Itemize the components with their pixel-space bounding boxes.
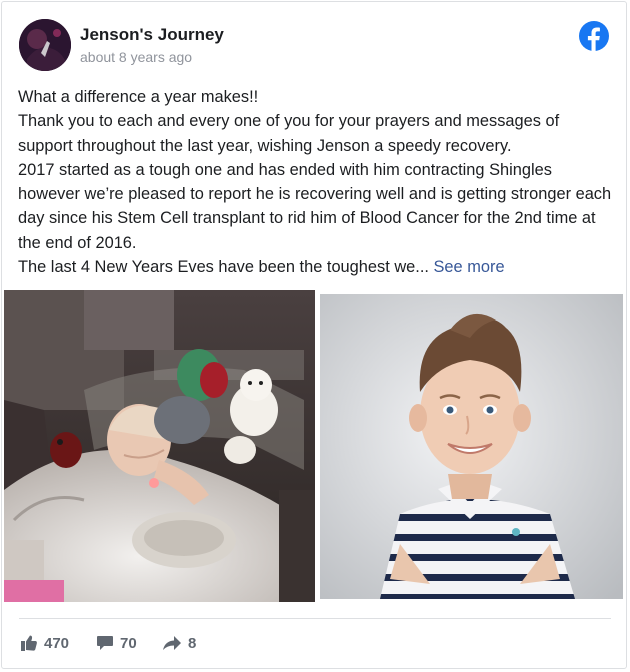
post-header: Jenson's Journey about 8 years ago [19, 19, 609, 73]
page-name[interactable]: Jenson's Journey [80, 25, 224, 45]
page-avatar[interactable] [19, 19, 71, 71]
post-paragraph: 2017 started as a tough one and has ende… [18, 160, 612, 252]
post-paragraph-truncated: The last 4 New Years Eves have been the … [18, 255, 614, 279]
post-last-line: The last 4 New Years Eves have been the … [18, 258, 429, 277]
share-arrow-icon [163, 636, 181, 650]
photo-portrait[interactable] [320, 294, 623, 599]
post-text: What a difference a year makes!! Thank y… [18, 85, 614, 279]
comment-icon [97, 636, 113, 650]
photo-hospital[interactable] [4, 290, 315, 602]
likes-stat[interactable]: 470 [20, 632, 69, 654]
post-timestamp[interactable]: about 8 years ago [80, 49, 192, 65]
portrait-photo-image [320, 294, 623, 599]
post-card: Jenson's Journey about 8 years ago What … [1, 1, 627, 669]
engagement-stats: 470 70 8 [20, 632, 320, 654]
hospital-photo-image [4, 290, 315, 602]
shares-stat[interactable]: 8 [162, 632, 196, 654]
stats-divider [19, 618, 611, 619]
facebook-icon[interactable] [579, 21, 609, 51]
comments-count: 70 [120, 634, 137, 652]
post-paragraph: Thank you to each and every one of you f… [18, 112, 560, 155]
thumbs-up-icon [21, 635, 37, 651]
shares-count: 8 [188, 634, 197, 652]
likes-count: 470 [44, 634, 70, 652]
avatar-image [19, 19, 71, 71]
post-paragraph: What a difference a year makes!! [18, 88, 259, 106]
see-more-link[interactable]: See more [434, 258, 505, 276]
comments-stat[interactable]: 70 [96, 632, 137, 654]
